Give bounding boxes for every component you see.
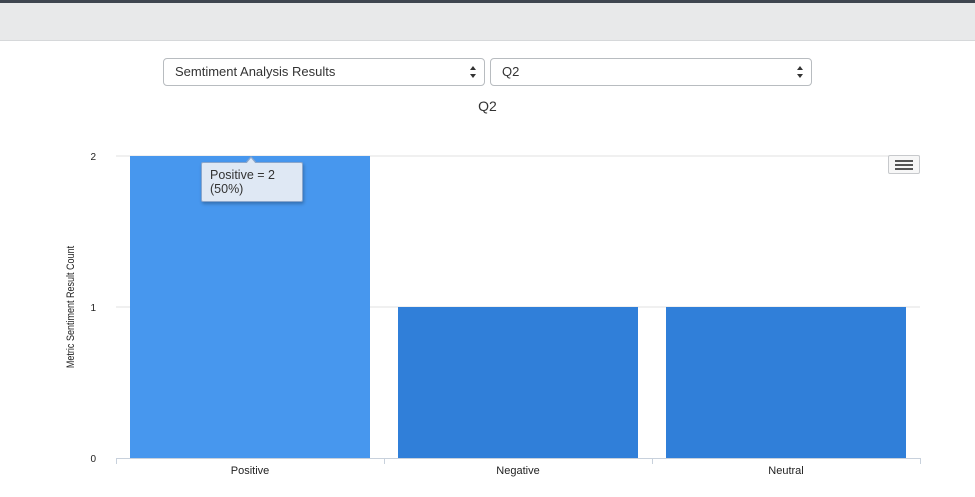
bar-neutral [666,307,906,458]
chart-menu-button[interactable] [888,155,920,174]
y-tick-label: 0 [90,454,96,465]
hamburger-menu-icon [895,160,913,162]
y-tick-label: 2 [90,152,96,163]
x-tick-label: Negative [496,465,539,477]
tooltip-percent: (50%) [210,182,244,196]
bar-tooltip: Positive = 2 (50%) [201,156,303,202]
tooltip-value: Positive = 2 [210,168,275,182]
y-axis-title: Metric Sentiment Result Count [65,246,77,368]
bar-chart: 0 1 2 Positive Negative Neutral Metric Sentim… [65,152,921,477]
y-tick-label: 1 [90,303,96,314]
bar-negative [398,307,638,458]
x-tick-label: Positive [231,465,270,477]
x-tick-label: Neutral [768,465,803,477]
